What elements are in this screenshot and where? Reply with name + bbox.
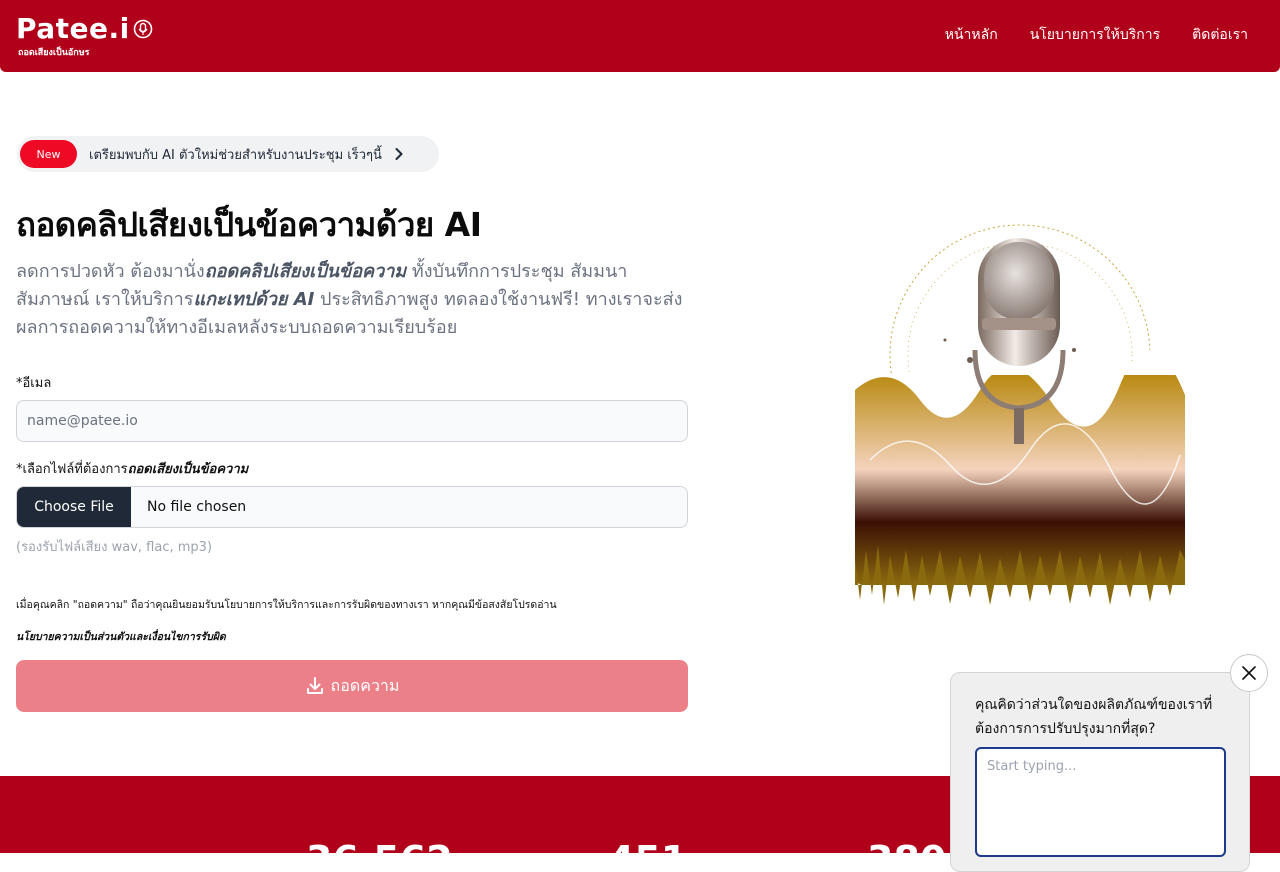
nav-contact[interactable]: ติดต่อเรา xyxy=(1192,24,1248,46)
nav-terms[interactable]: นโยบายการให้บริการ xyxy=(1030,24,1160,46)
email-field[interactable] xyxy=(16,400,688,442)
download-icon xyxy=(306,677,323,694)
microphone-illustration xyxy=(855,224,1185,605)
hero-desc-emphasis: แกะเทปด้วย AI xyxy=(193,289,315,310)
consent-text: เมื่อคุณคลิก "ถอดความ" ถือว่าคุณยินยอมรั… xyxy=(16,599,557,611)
choose-file-button[interactable]: Choose File xyxy=(17,487,131,527)
close-icon xyxy=(1242,666,1256,680)
announcement-text: เตรียมพบกับ AI ตัวใหม่ช่วยสำหรับงานประชุ… xyxy=(89,147,382,163)
announcement-banner[interactable]: New เตรียมพบกับ AI ตัวใหม่ช่วยสำหรับงานป… xyxy=(17,136,439,172)
stat-value: 451 xyxy=(608,838,687,853)
privacy-policy-link[interactable]: นโยบายความเป็นส่วนตัวและเงื่อนไขการรับผิ… xyxy=(16,628,226,645)
survey-answer-input[interactable] xyxy=(975,747,1226,857)
hero-desc-part: ลดการปวดหัว ต้องมานั่ง xyxy=(16,261,205,282)
navbar: Patee.i ถอดเสียงเป็นอักษร หน้าหลัก นโยบา… xyxy=(0,0,1280,72)
email-label: *อีเมล xyxy=(16,376,52,391)
brand-name: Patee.i xyxy=(16,12,130,45)
file-status: No file chosen xyxy=(147,499,247,515)
logo[interactable]: Patee.i ถอดเสียงเป็นอักษร xyxy=(16,14,153,59)
transcribe-button-label: ถอดความ xyxy=(330,675,400,695)
mic-logo-icon xyxy=(133,19,153,39)
hero-description: ลดการปวดหัว ต้องมานั่งถอดคลิปเสียงเป็นข้… xyxy=(16,258,692,342)
chevron-right-icon xyxy=(395,148,403,160)
nav-links: หน้าหลัก นโยบายการให้บริการ ติดต่อเรา xyxy=(945,24,1248,46)
page-title: ถอดคลิปเสียงเป็นข้อความด้วย AI xyxy=(16,205,482,244)
feedback-survey: คุณคิดว่าส่วนใดของผลิตภัณฑ์ของเราที่ต้อง… xyxy=(950,672,1250,872)
stat-value: 380 xyxy=(867,838,946,853)
file-label-emphasis: ถอดเสียงเป็นข้อความ xyxy=(127,462,249,477)
nav-home[interactable]: หน้าหลัก xyxy=(945,24,998,46)
file-upload[interactable]: Choose File No file chosen xyxy=(16,486,688,528)
new-badge: New xyxy=(20,140,77,168)
survey-close-button[interactable] xyxy=(1230,654,1268,692)
file-format-hint: (รองรับไฟล์เสียง wav, flac, mp3) xyxy=(16,540,213,555)
transcribe-button[interactable]: ถอดความ xyxy=(16,660,688,712)
survey-question: คุณคิดว่าส่วนใดของผลิตภัณฑ์ของเราที่ต้อง… xyxy=(975,697,1213,737)
hero-desc-emphasis: ถอดคลิปเสียงเป็นข้อความ xyxy=(204,261,407,282)
brand-tagline: ถอดเสียงเป็นอักษร xyxy=(18,48,90,58)
file-label: *เลือกไฟล์ที่ต้องการถอดเสียงเป็นข้อความ xyxy=(16,458,248,479)
stat-value: 36,562 xyxy=(306,838,453,853)
file-label-text: *เลือกไฟล์ที่ต้องการ xyxy=(16,462,128,477)
